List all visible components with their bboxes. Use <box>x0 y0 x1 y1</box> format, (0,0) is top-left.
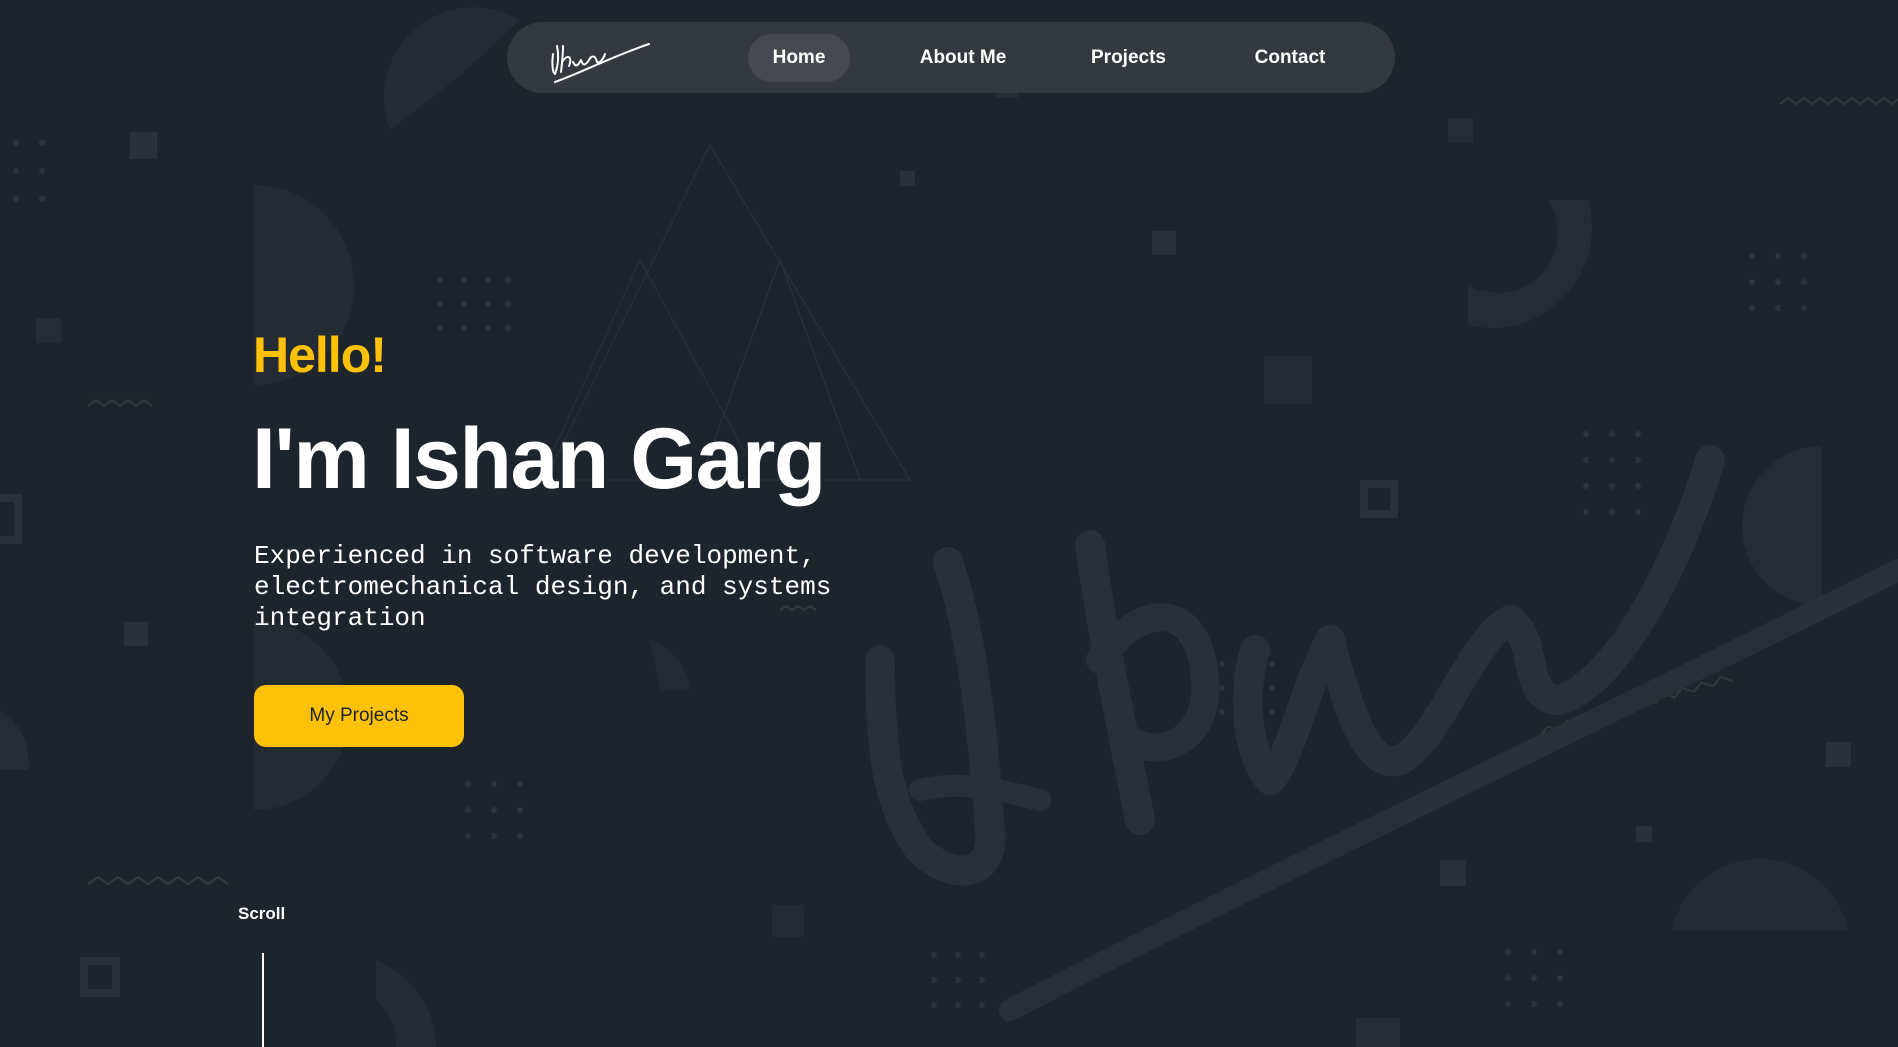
signature-logo-icon[interactable] <box>543 32 655 84</box>
nav-about-link[interactable]: About Me <box>901 34 1025 82</box>
hero-tagline: Experienced in software development, ele… <box>254 541 832 633</box>
page: Home About Me Projects Contact Hello! I'… <box>0 0 1898 1047</box>
nav-contact-link[interactable]: Contact <box>1231 34 1349 82</box>
nav-home-link[interactable]: Home <box>748 34 850 82</box>
navbar: Home About Me Projects Contact <box>507 22 1395 93</box>
hero-name-heading: I'm Ishan Garg <box>252 411 826 507</box>
nav-projects-link[interactable]: Projects <box>1071 34 1186 82</box>
scroll-indicator-line <box>262 953 264 1047</box>
background-decoration <box>0 7 1898 1047</box>
my-projects-button[interactable]: My Projects <box>254 685 464 747</box>
scroll-label[interactable]: Scroll <box>238 903 285 925</box>
hero-greeting: Hello! <box>253 327 387 383</box>
